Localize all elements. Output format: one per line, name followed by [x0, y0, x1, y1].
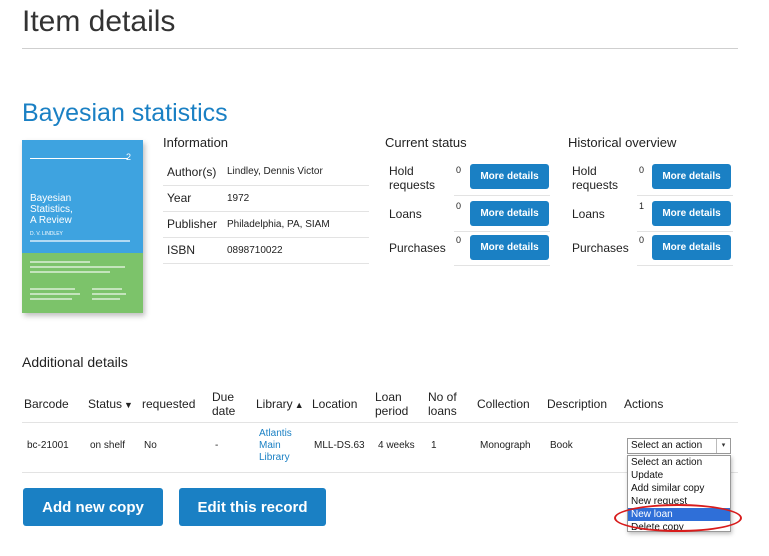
cover-rule [30, 158, 128, 159]
column-header-barcode[interactable]: Barcode [24, 397, 69, 411]
cover-subtitle-line [30, 240, 130, 242]
current-loans-label: Loans [389, 207, 422, 221]
cover-text-line [92, 298, 120, 300]
information-heading: Information [163, 135, 229, 150]
historical-hold-requests-label: Hold requests [572, 164, 619, 192]
sort-descending-icon: ▼ [124, 400, 133, 410]
column-header-no-of-loans[interactable]: No of loans [428, 390, 457, 418]
library-link[interactable]: Atlantis Main Library [259, 428, 292, 464]
dropdown-option-add-similar-copy[interactable]: Add similar copy [628, 482, 730, 495]
info-label: ISBN [163, 237, 227, 264]
current-loans-details-button[interactable]: More details [470, 201, 549, 226]
current-status-heading: Current status [385, 135, 467, 150]
dropdown-option-delete-copy[interactable]: Delete copy [628, 521, 730, 531]
action-dropdown-list: Select an action Update Add similar copy… [627, 455, 731, 532]
title-divider [22, 48, 738, 49]
historical-hold-requests-count: 0 [639, 165, 645, 175]
column-header-description[interactable]: Description [547, 397, 607, 411]
info-value: Lindley, Dennis Victor [227, 159, 369, 186]
dropdown-option-select-an-action[interactable]: Select an action [628, 456, 730, 469]
column-header-actions: Actions [624, 397, 664, 411]
divider [637, 231, 733, 232]
cover-text-line [30, 293, 80, 295]
cover-text-line [92, 293, 126, 295]
current-hold-requests-details-button[interactable]: More details [470, 164, 549, 189]
info-value: Philadelphia, PA, SIAM [227, 211, 369, 238]
info-value: 1972 [227, 185, 369, 212]
historical-loans-label: Loans [572, 207, 605, 221]
historical-overview-heading: Historical overview [568, 135, 677, 150]
cover-text-line [30, 261, 90, 263]
table-header-divider [22, 422, 738, 423]
additional-details-heading: Additional details [22, 354, 128, 370]
cell-collection: Monograph [480, 440, 531, 451]
historical-purchases-count: 0 [639, 235, 645, 245]
cell-due-date: - [215, 440, 219, 451]
cover-text-line [30, 266, 125, 268]
current-purchases-label: Purchases [389, 241, 446, 255]
historical-purchases-label: Purchases [572, 241, 629, 255]
action-select-value: Select an action [631, 440, 703, 451]
add-new-copy-button[interactable]: Add new copy [23, 488, 163, 526]
column-header-library[interactable]: Library ▲ [256, 397, 304, 412]
cell-location: MLL-DS.63 [314, 440, 365, 451]
dropdown-option-new-loan[interactable]: New loan [628, 508, 730, 521]
cell-requested: No [144, 440, 157, 451]
column-header-due-date[interactable]: Due date [212, 390, 235, 418]
column-header-status[interactable]: Status ▼ [88, 397, 133, 412]
action-select[interactable]: Select an action ▾ [627, 438, 731, 454]
historical-purchases-details-button[interactable]: More details [652, 235, 731, 260]
dropdown-option-update[interactable]: Update [628, 469, 730, 482]
info-row: Year 1972 [163, 185, 369, 212]
info-label: Author(s) [163, 159, 227, 186]
historical-loans-count: 1 [639, 201, 645, 211]
sort-ascending-icon: ▲ [294, 400, 304, 410]
column-header-requested[interactable]: requested [142, 397, 195, 411]
info-row: Author(s) Lindley, Dennis Victor [163, 159, 369, 186]
info-label: Year [163, 185, 227, 212]
dropdown-option-new-request[interactable]: New request [628, 495, 730, 508]
current-purchases-details-button[interactable]: More details [470, 235, 549, 260]
cell-barcode: bc-21001 [27, 440, 69, 451]
info-row: Publisher Philadelphia, PA, SIAM [163, 211, 369, 238]
cover-text-line [30, 288, 75, 290]
chevron-down-icon[interactable]: ▾ [716, 439, 730, 453]
current-hold-requests-count: 0 [456, 165, 462, 175]
column-header-location[interactable]: Location [312, 397, 357, 411]
information-table: Author(s) Lindley, Dennis Victor Year 19… [163, 159, 369, 264]
current-purchases-count: 0 [456, 235, 462, 245]
book-cover-image: 2 Bayesian Statistics, A Review D. V. LI… [22, 140, 143, 313]
historical-hold-requests-details-button[interactable]: More details [652, 164, 731, 189]
divider [454, 195, 550, 196]
cover-title: Bayesian Statistics, A Review [30, 193, 73, 226]
current-hold-requests-label: Hold requests [389, 164, 436, 192]
cell-no-of-loans: 1 [431, 440, 437, 451]
divider [637, 195, 733, 196]
divider [637, 265, 733, 266]
cover-number: 2 [126, 152, 132, 162]
edit-this-record-button[interactable]: Edit this record [179, 488, 326, 526]
cover-text-line [92, 288, 122, 290]
cell-status: on shelf [90, 440, 126, 451]
current-loans-count: 0 [456, 201, 462, 211]
info-value: 0898710022 [227, 237, 369, 264]
column-header-label: Status [88, 397, 123, 411]
cover-author: D. V. LINDLEY [30, 231, 63, 237]
record-title: Bayesian statistics [22, 99, 228, 127]
cover-text-line [30, 271, 110, 273]
page-title: Item details [22, 5, 176, 38]
divider [454, 265, 550, 266]
historical-loans-details-button[interactable]: More details [652, 201, 731, 226]
divider [454, 231, 550, 232]
column-header-collection[interactable]: Collection [477, 397, 530, 411]
info-row: ISBN 0898710022 [163, 237, 369, 264]
column-header-label: Library [256, 397, 293, 411]
cell-loan-period: 4 weeks [378, 440, 415, 451]
cell-description: Book [550, 440, 573, 451]
cover-text-line [30, 298, 72, 300]
column-header-loan-period[interactable]: Loan period [375, 390, 408, 418]
info-label: Publisher [163, 211, 227, 238]
